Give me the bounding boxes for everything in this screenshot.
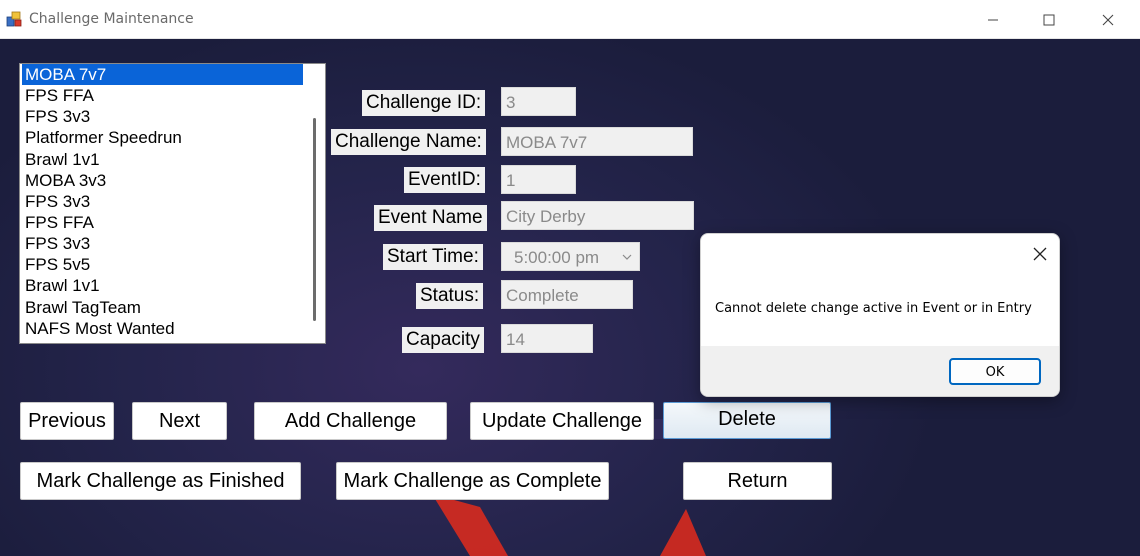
add-challenge-button[interactable]: Add Challenge — [254, 402, 447, 440]
title-bar: Challenge Maintenance — [0, 0, 1140, 39]
previous-button[interactable]: Previous — [20, 402, 114, 440]
list-item[interactable]: FPS FFA — [22, 212, 304, 233]
challenge-id-label: Challenge ID: — [362, 90, 486, 116]
challenge-listbox[interactable]: MOBA 7v7 FPS FFA FPS 3v3 Platformer Spee… — [19, 63, 326, 344]
delete-button[interactable]: Delete — [663, 402, 831, 439]
start-time-value: 5:00:00 pm — [514, 248, 600, 267]
capacity-label: Capacity — [402, 327, 484, 353]
challenge-name-label: Challenge Name: — [331, 129, 486, 155]
message-dialog: Cannot delete change active in Event or … — [700, 233, 1060, 397]
window-title: Challenge Maintenance — [29, 11, 194, 27]
list-item[interactable]: Brawl 1v1 — [22, 149, 304, 170]
chevron-down-icon[interactable] — [621, 243, 633, 282]
list-item[interactable]: FPS FFA — [22, 85, 304, 106]
event-id-label: EventID: — [404, 167, 485, 193]
ok-button[interactable]: OK — [949, 358, 1041, 385]
start-time-select[interactable]: 5:00:00 pm — [501, 242, 640, 271]
app-icon — [6, 11, 22, 27]
maximize-icon — [1043, 14, 1055, 25]
event-id-field[interactable]: 1 — [501, 165, 576, 194]
return-button[interactable]: Return — [683, 462, 832, 500]
list-item[interactable]: FPS 3v3 — [22, 106, 304, 127]
dialog-message: Cannot delete change active in Event or … — [715, 301, 1032, 316]
scrollbar-thumb[interactable] — [313, 118, 316, 321]
close-icon — [1102, 14, 1114, 25]
status-label: Status: — [416, 283, 484, 309]
event-name-field[interactable]: City Derby — [501, 201, 694, 230]
dialog-close-button[interactable] — [1027, 241, 1053, 267]
minimize-icon — [988, 19, 998, 20]
mark-complete-button[interactable]: Mark Challenge as Complete — [336, 462, 609, 500]
list-item[interactable]: NAFS Most Wanted — [22, 318, 304, 339]
list-item[interactable]: Brawl 1v1 — [22, 275, 304, 296]
list-item[interactable]: FPS 5v5 — [22, 254, 304, 275]
maximize-button[interactable] — [1020, 0, 1078, 39]
update-challenge-button[interactable]: Update Challenge — [470, 402, 654, 440]
list-item[interactable]: MOBA 3v3 — [22, 170, 304, 191]
list-item[interactable]: FPS 3v3 — [22, 191, 304, 212]
list-item[interactable]: Platformer Speedrun — [22, 127, 304, 148]
list-item[interactable]: FPS 3v3 — [22, 233, 304, 254]
dialog-footer: OK — [701, 346, 1059, 396]
mark-finished-button[interactable]: Mark Challenge as Finished — [20, 462, 301, 500]
close-button[interactable] — [1079, 0, 1137, 39]
minimize-button[interactable] — [964, 0, 1022, 39]
list-item[interactable]: Brawl TagTeam — [22, 297, 304, 318]
next-button[interactable]: Next — [132, 402, 227, 440]
list-scrollbar[interactable] — [303, 64, 325, 343]
close-icon — [1033, 247, 1047, 261]
capacity-field[interactable]: 14 — [501, 324, 593, 353]
list-item[interactable]: MOBA 7v7 — [22, 64, 304, 86]
challenge-id-field[interactable]: 3 — [501, 87, 576, 116]
start-time-label: Start Time: — [383, 244, 483, 270]
event-name-label: Event Name — [374, 205, 487, 231]
status-field[interactable]: Complete — [501, 280, 633, 309]
challenge-name-field[interactable]: MOBA 7v7 — [501, 127, 693, 156]
